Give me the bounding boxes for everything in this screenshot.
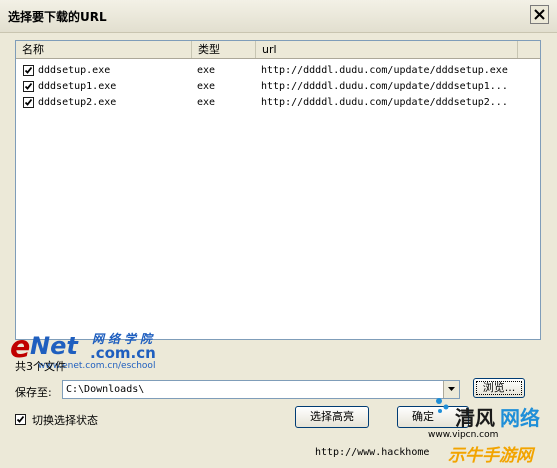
toggle-selection-checkbox[interactable] [15,414,26,425]
checkmark-icon [24,66,33,74]
list-header: 名称 类型 url [16,41,540,59]
checkmark-icon [24,98,33,106]
toggle-selection-label: 切换选择状态 [32,414,98,427]
file-name: dddsetup.exe [38,65,111,76]
save-path-combobox[interactable] [62,380,460,399]
row-checkbox[interactable] [23,97,34,108]
qingfeng-logo-icon [436,398,449,413]
file-name: dddsetup2.exe [38,97,117,108]
file-url: http://ddddl.dudu.com/update/dddsetup.ex… [261,65,508,76]
file-name: dddsetup1.exe [38,81,117,92]
browse-button[interactable]: 浏览... [473,378,525,398]
ok-button-label: 确定 [412,410,434,423]
close-button[interactable] [530,5,549,24]
chevron-down-icon [448,387,455,391]
select-highlighted-button[interactable]: 选择高亮 [295,406,369,428]
row-checkbox[interactable] [23,81,34,92]
game-site-watermark: 示牛手游网 [448,446,533,466]
row-checkbox[interactable] [23,65,34,76]
list-item[interactable]: dddsetup1.exe exe http://ddddl.dudu.com/… [16,79,540,95]
column-header-url[interactable]: url [256,41,518,58]
file-type: exe [197,81,216,92]
qingfeng-watermark-blue: 网络 [500,406,540,430]
url-list[interactable]: 名称 类型 url dddsetup.exe exe http://ddddl.… [15,40,541,340]
save-path-input[interactable] [63,381,449,398]
hackhome-watermark: http://www.hackhome [315,447,430,458]
file-url: http://ddddl.dudu.com/update/dddsetup1..… [261,81,508,92]
title-bar: 选择要下载的URL [0,0,557,33]
vipcn-watermark: www.vipcn.com [428,430,499,440]
save-to-label: 保存至: [15,386,52,399]
window-title: 选择要下载的URL [8,10,107,24]
enet-logo-domain: .com.cn [90,344,156,362]
list-item[interactable]: dddsetup.exe exe http://ddddl.dudu.com/u… [16,63,540,79]
column-header-name[interactable]: 名称 [16,41,192,58]
list-item[interactable]: dddsetup2.exe exe http://ddddl.dudu.com/… [16,95,540,111]
column-header-type[interactable]: 类型 [192,41,256,58]
file-type: exe [197,65,216,76]
checkmark-icon [16,415,25,423]
close-icon [534,9,545,20]
checkmark-icon [24,82,33,90]
file-count: 共3个文件 [15,360,66,373]
file-url: http://ddddl.dudu.com/update/dddsetup2..… [261,97,508,108]
file-type: exe [197,97,216,108]
enet-logo-net: Net [30,332,78,360]
qingfeng-watermark-black: 清风 [455,406,495,430]
